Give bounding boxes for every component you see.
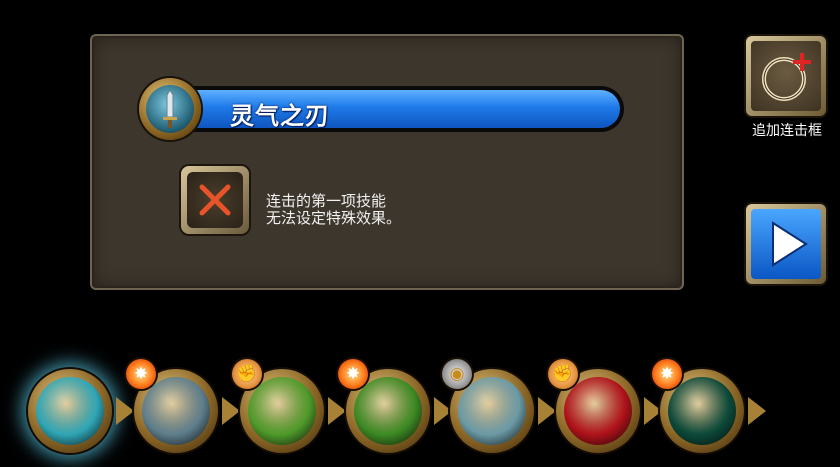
play-icon <box>772 221 808 267</box>
chain-arrow-icon <box>328 397 346 425</box>
fire-badge-icon: ✸ <box>126 359 156 389</box>
aura-figure-icon <box>142 377 210 445</box>
fist-badge-icon: ✊ <box>548 359 578 389</box>
combo-info-dialog <box>90 34 684 290</box>
skill-slot-6[interactable]: ✊ <box>548 359 662 453</box>
skill-slot-4[interactable]: ✸ <box>338 359 452 453</box>
add-combo-button[interactable] <box>746 36 826 116</box>
sword-icon <box>36 377 104 445</box>
whirlwind-icon <box>458 377 526 445</box>
eye-badge-icon: ◉ <box>442 359 472 389</box>
skill-chain: ✸ ✊ ✸ ◉ ✊ ✸ <box>0 355 840 467</box>
skill-name-bar: 灵气之刃 <box>186 86 624 132</box>
play-button[interactable] <box>746 204 826 284</box>
skill-slot-3[interactable]: ✊ <box>232 359 346 453</box>
chain-arrow-icon <box>116 397 134 425</box>
message-line-2: 无法设定特殊效果。 <box>266 209 402 227</box>
fist-badge-icon: ✊ <box>232 359 262 389</box>
crimson-blade-icon <box>564 377 632 445</box>
fire-badge-icon: ✸ <box>652 359 682 389</box>
add-ring-icon <box>762 53 811 101</box>
sword-glyph <box>163 89 177 128</box>
skill-slot-5[interactable]: ◉ <box>442 359 556 453</box>
skill-slot-7[interactable]: ✸ <box>652 359 766 453</box>
chain-arrow-icon <box>222 397 240 425</box>
invalid-effect-box <box>181 166 249 234</box>
shield-icon <box>354 377 422 445</box>
chain-arrow-icon <box>538 397 556 425</box>
skill-name: 灵气之刃 <box>230 102 330 130</box>
dialog-message: 连击的第一项技能 无法设定特殊效果。 <box>266 193 401 227</box>
message-line-1: 连击的第一项技能 <box>266 192 387 210</box>
sword-icon <box>139 78 201 140</box>
skill-slot-1[interactable] <box>28 369 134 453</box>
fire-badge-icon: ✸ <box>338 359 368 389</box>
sword-slash-icon <box>248 377 316 445</box>
x-icon <box>199 184 231 216</box>
skill-slot-2[interactable]: ✸ <box>126 359 240 453</box>
add-combo-label: 追加连击框 <box>752 123 822 139</box>
green-wave-icon <box>668 377 736 445</box>
chain-arrow-icon <box>748 397 766 425</box>
